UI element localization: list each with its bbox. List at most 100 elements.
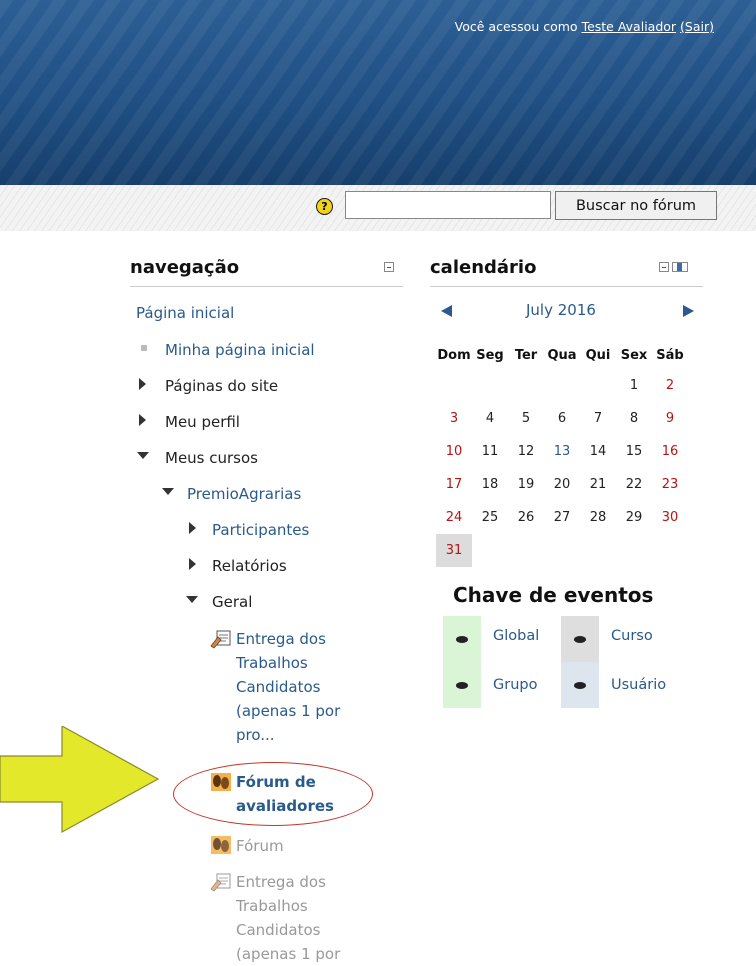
- activity-line: Trabalhos: [236, 654, 308, 672]
- calendar-day[interactable]: 31: [436, 534, 472, 567]
- events-key-title: Chave de eventos: [453, 583, 654, 607]
- eye-icon: [574, 682, 586, 689]
- calendar-body: 1 2 3 4 5 6 7 8 9 10 11 12 13 14 15 16 17 18 19 20 21 22 23 24 2…: [436, 369, 688, 567]
- navigation-block-title: navegação: [130, 257, 240, 278]
- event-key-group-link[interactable]: Grupo: [493, 677, 537, 693]
- forum-search-button[interactable]: Buscar no fórum: [555, 191, 717, 220]
- calendar-empty-day: [580, 534, 616, 567]
- activity-assignment-cont: Trabalhos Candidatos (apenas 1 por pro..…: [236, 651, 340, 747]
- calendar-day[interactable]: 11: [472, 435, 508, 468]
- calendar-day[interactable]: 9: [652, 402, 688, 435]
- expand-arrow-icon[interactable]: [189, 522, 196, 534]
- nav-site-pages[interactable]: Páginas do site: [165, 377, 278, 395]
- calendar-day[interactable]: 2: [652, 369, 688, 402]
- calendar-day[interactable]: 26: [508, 501, 544, 534]
- calendar-day[interactable]: 12: [508, 435, 544, 468]
- event-key-global-swatch: [443, 616, 481, 662]
- prev-month-icon[interactable]: [441, 305, 452, 317]
- calendar-day[interactable]: 20: [544, 468, 580, 501]
- calendar-day[interactable]: 29: [616, 501, 652, 534]
- collapse-icon[interactable]: [384, 262, 394, 272]
- eye-icon: [456, 636, 468, 643]
- next-month-icon[interactable]: [683, 305, 694, 317]
- assignment-icon: [210, 873, 231, 892]
- calendar-block-rule: [430, 286, 703, 287]
- event-key-course-swatch: [561, 616, 599, 662]
- expand-arrow-icon[interactable]: [139, 378, 146, 390]
- nav-my-profile[interactable]: Meu perfil: [165, 413, 240, 431]
- calendar-day[interactable]: 5: [508, 402, 544, 435]
- calendar-week-row: 17 18 19 20 21 22 23: [436, 468, 688, 501]
- calendar-day[interactable]: 3: [436, 402, 472, 435]
- activity-forum-link[interactable]: Fórum: [236, 834, 284, 858]
- calendar-day[interactable]: 1: [616, 369, 652, 402]
- activity-line: Entrega dos: [236, 630, 326, 648]
- eye-icon: [574, 636, 586, 643]
- calendar-collapse-icon[interactable]: [659, 262, 669, 272]
- calendar-weekday: Qua: [547, 347, 577, 363]
- nav-home-link[interactable]: Página inicial: [136, 304, 234, 322]
- page-header: Você acessou como Teste Avaliador (Sair): [0, 0, 756, 185]
- nav-general-section[interactable]: Geral: [212, 593, 252, 611]
- calendar-day[interactable]: 19: [508, 468, 544, 501]
- calendar-day[interactable]: 25: [472, 501, 508, 534]
- calendar-empty-day: [652, 534, 688, 567]
- calendar-day[interactable]: 18: [472, 468, 508, 501]
- activity-line: Entrega dos: [236, 873, 326, 891]
- expand-arrow-icon[interactable]: [139, 414, 146, 426]
- calendar-weekday: Sáb: [656, 347, 684, 363]
- calendar-day[interactable]: 10: [436, 435, 472, 468]
- calendar-empty-day: [544, 369, 580, 402]
- nav-my-courses[interactable]: Meus cursos: [165, 449, 258, 467]
- calendar-month-link[interactable]: July 2016: [526, 301, 596, 319]
- calendar-week-row: 10 11 12 13 14 15 16: [436, 435, 688, 468]
- event-key-user-link[interactable]: Usuário: [611, 677, 666, 693]
- calendar-empty-day: [508, 534, 544, 567]
- nav-participants-link[interactable]: Participantes: [212, 521, 309, 539]
- calendar-day[interactable]: 17: [436, 468, 472, 501]
- activity-line: Candidatos: [236, 678, 321, 696]
- event-key-course-link[interactable]: Curso: [611, 628, 653, 644]
- calendar-day[interactable]: 28: [580, 501, 616, 534]
- calendar-day[interactable]: 4: [472, 402, 508, 435]
- calendar-day[interactable]: 24: [436, 501, 472, 534]
- calendar-empty-day: [544, 534, 580, 567]
- activity-assignment-link[interactable]: Entrega dos: [236, 627, 326, 651]
- calendar-day[interactable]: 8: [616, 402, 652, 435]
- forum-search-input[interactable]: [345, 191, 551, 219]
- activity-assignment-hidden-link[interactable]: Entrega dos Trabalhos Candidatos (apenas…: [236, 870, 340, 966]
- expand-arrow-icon[interactable]: [189, 558, 196, 570]
- nav-course-link[interactable]: PremioAgrarias: [187, 485, 301, 503]
- calendar-day[interactable]: 27: [544, 501, 580, 534]
- bullet-icon: [141, 345, 147, 351]
- calendar-header-row: Dom Seg Ter Qua Qui Sex Sáb: [436, 341, 688, 369]
- calendar-empty-day: [472, 369, 508, 402]
- calendar-block-title: calendário: [430, 257, 537, 278]
- event-key-global-link[interactable]: Global: [493, 628, 539, 644]
- nav-my-home-link[interactable]: Minha página inicial: [165, 341, 315, 359]
- calendar-day[interactable]: 22: [616, 468, 652, 501]
- calendar-week-row: 24 25 26 27 28 29 30: [436, 501, 688, 534]
- calendar-empty-day: [580, 369, 616, 402]
- calendar-day[interactable]: 21: [580, 468, 616, 501]
- collapse-arrow-icon[interactable]: [162, 488, 174, 495]
- calendar-day[interactable]: 15: [616, 435, 652, 468]
- calendar-day[interactable]: 30: [652, 501, 688, 534]
- calendar-day[interactable]: 16: [652, 435, 688, 468]
- calendar-day[interactable]: 23: [652, 468, 688, 501]
- calendar-empty-day: [616, 534, 652, 567]
- calendar-day[interactable]: 13: [544, 435, 580, 468]
- nav-reports[interactable]: Relatórios: [212, 557, 287, 575]
- calendar-day[interactable]: 7: [580, 402, 616, 435]
- collapse-arrow-icon[interactable]: [137, 452, 149, 459]
- dock-icon[interactable]: [672, 262, 688, 272]
- calendar-day[interactable]: 6: [544, 402, 580, 435]
- calendar-empty-day: [508, 369, 544, 402]
- login-info: Você acessou como Teste Avaliador (Sair): [455, 19, 714, 34]
- calendar-day[interactable]: 14: [580, 435, 616, 468]
- user-profile-link[interactable]: Teste Avaliador: [582, 19, 676, 34]
- help-icon[interactable]: ?: [316, 198, 333, 215]
- collapse-arrow-icon[interactable]: [186, 596, 198, 603]
- calendar-weekday: Sex: [620, 347, 648, 363]
- logout-link[interactable]: (Sair): [680, 19, 714, 34]
